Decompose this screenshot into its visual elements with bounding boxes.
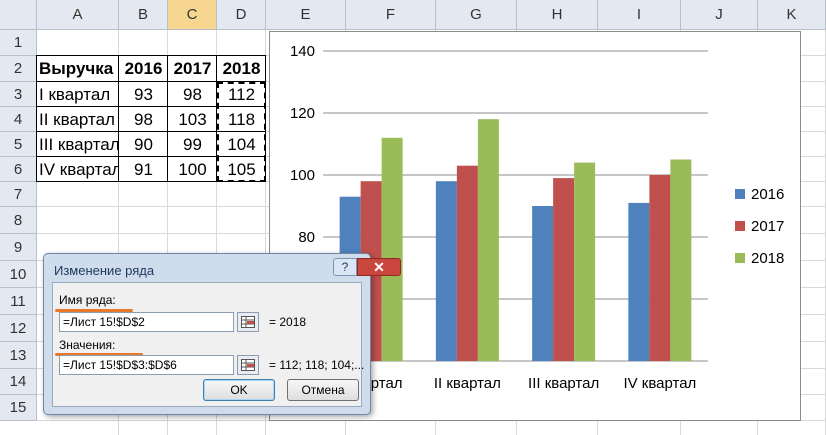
table-cell[interactable]: II квартал [39,107,119,132]
column-header-j[interactable]: J [681,0,758,30]
x-category-label: IV квартал [623,375,696,392]
table-cell[interactable]: 98 [119,107,168,132]
bar-2018-2 [477,119,499,361]
table-header-cell[interactable]: 2017 [168,56,217,82]
row-header-9[interactable]: 9 [0,234,37,261]
dialog-title: Изменение ряда [54,263,155,278]
column-header-a[interactable]: A [37,0,119,30]
y-tick-label: 100 [290,167,315,184]
table-cell[interactable]: 99 [168,132,217,157]
y-tick-label: 80 [298,229,315,246]
edit-series-dialog: Изменение ряда ? ✕ Имя ряда: =Лист 15!$D… [43,253,401,415]
column-header-i[interactable]: I [598,0,681,30]
bar-2017-3 [553,178,575,361]
table-cell[interactable]: 91 [119,157,168,182]
bar-2016-3 [532,206,554,361]
table-cell[interactable]: 98 [168,82,217,107]
ok-button[interactable]: OK [203,379,275,401]
y-tick-label: 140 [290,43,315,60]
row-header-8[interactable]: 8 [0,207,37,234]
legend-swatch-2016 [735,189,745,199]
row-header-10[interactable]: 10 [0,261,37,288]
series-values-input[interactable]: =Лист 15!$D$3:$D$6 [59,355,234,375]
dialog-body: Имя ряда: =Лист 15!$D$2 = 2018 Значения:… [52,282,365,407]
legend-swatch-2018 [735,253,745,263]
legend-swatch-2017 [735,221,745,231]
table-header-cell[interactable]: 2016 [119,56,168,82]
column-header-g[interactable]: G [436,0,517,30]
row-header-6[interactable]: 6 [0,157,37,182]
bar-2016-4 [628,202,650,361]
help-button[interactable]: ? [333,258,357,276]
series-name-label: Имя ряда: [59,293,116,307]
table-header-cell[interactable]: Выручка [39,56,119,82]
bar-2016-2 [435,181,457,361]
bar-2018-1 [381,137,403,361]
table-header-cell[interactable]: 2018 [217,56,266,82]
legend-label-2017: 2017 [751,218,784,235]
select-all-corner[interactable] [0,0,37,30]
cancel-button[interactable]: Отмена [287,379,359,401]
row-header-11[interactable]: 11 [0,288,37,315]
table-border [118,56,119,182]
row-header-1[interactable]: 1 [0,30,37,56]
column-header-b[interactable]: B [119,0,168,30]
range-select-icon [241,359,255,371]
table-cell[interactable]: III квартал [39,132,119,157]
row-header-15[interactable]: 15 [0,395,37,421]
series-name-input[interactable]: =Лист 15!$D$2 [59,312,234,332]
column-header-c[interactable]: C [168,0,217,30]
close-button[interactable]: ✕ [357,258,401,276]
table-border [167,56,168,182]
row-header-2[interactable]: 2 [0,56,37,82]
series-name-range-button[interactable] [237,312,259,332]
range-select-icon [241,316,255,328]
series-values-range-button[interactable] [237,355,259,375]
legend-label-2018: 2018 [751,250,784,267]
copy-marquee-selection [217,82,266,182]
row-header-13[interactable]: 13 [0,342,37,369]
row-header-3[interactable]: 3 [0,82,37,107]
table-cell[interactable]: IV квартал [39,157,119,182]
column-header-h[interactable]: H [517,0,598,30]
series-values-label: Значения: [59,338,116,352]
table-cell[interactable]: 103 [168,107,217,132]
column-header-k[interactable]: K [758,0,826,30]
column-header-d[interactable]: D [217,0,266,30]
column-header-f[interactable]: F [346,0,436,30]
x-category-label: III квартал [528,375,599,392]
bar-2017-4 [649,175,671,361]
row-header-5[interactable]: 5 [0,132,37,157]
bar-2018-3 [574,162,596,361]
row-header-12[interactable]: 12 [0,315,37,342]
y-tick-label: 120 [290,105,315,122]
table-border [36,55,266,56]
row-header-14[interactable]: 14 [0,369,37,395]
series-values-result: = 112; 118; 104;... [269,358,365,372]
bar-2018-4 [670,159,692,361]
spreadsheet: ABCDEFGHIJK 1 2 3 4 5 6 7 8 9 10 11 12 13 14 15 Выручк… [0,0,826,435]
series-name-result: = 2018 [269,315,307,329]
row-header-4[interactable]: 4 [0,107,37,132]
table-cell[interactable]: I квартал [39,82,119,107]
table-border [36,56,37,182]
x-category-label: II квартал [434,375,501,392]
table-cell[interactable]: 93 [119,82,168,107]
bar-2017-2 [456,165,478,361]
row-header-7[interactable]: 7 [0,182,37,207]
column-header-e[interactable]: E [266,0,346,30]
table-cell[interactable]: 100 [168,157,217,182]
table-cell[interactable]: 90 [119,132,168,157]
legend-label-2016: 2016 [751,186,784,203]
